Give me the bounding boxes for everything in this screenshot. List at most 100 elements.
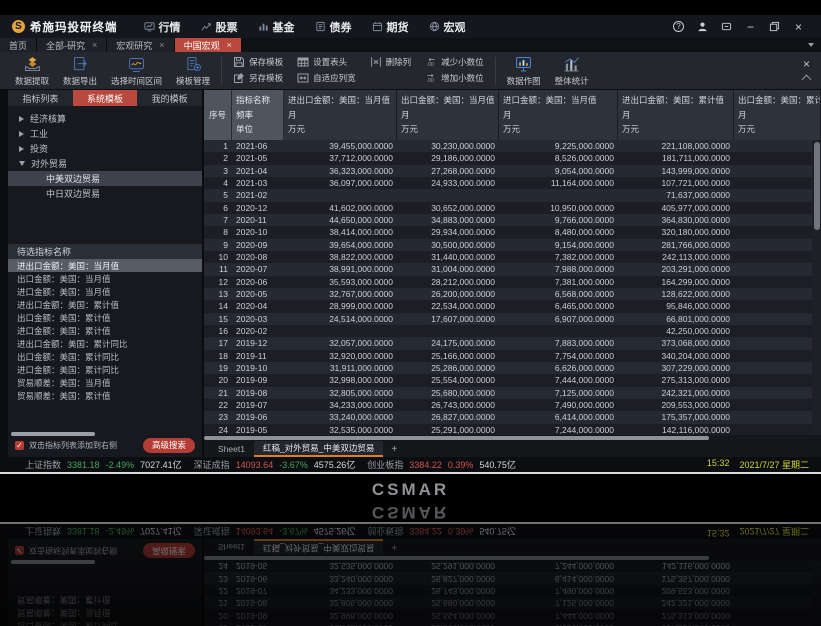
- main-area: 指标列表系统模板我的模板 经济核算工业投资对外贸易中美双边贸易中日双边贸易 待选…: [0, 90, 821, 457]
- minimize-icon[interactable]: −: [744, 20, 757, 33]
- tree-item[interactable]: 经济核算: [8, 111, 202, 126]
- table-row[interactable]: 242019-0532,535,000.000025,291,000.00007…: [204, 424, 821, 435]
- chevron-down-icon[interactable]: [19, 161, 25, 166]
- tree-item[interactable]: 中日双边贸易: [8, 186, 202, 201]
- chevron-right-icon[interactable]: [19, 131, 24, 137]
- fitwidth-icon: [297, 72, 309, 84]
- table-row[interactable]: 162020-0242,250,000.0000: [204, 325, 821, 337]
- column-header[interactable]: 出口金额：美国：累计值月万元: [734, 90, 821, 140]
- list-item[interactable]: 出口金额：美国：累计值: [8, 311, 202, 324]
- toolbar-extract-button[interactable]: 数据提取: [8, 53, 56, 89]
- menu-macro[interactable]: 宏观: [419, 19, 476, 35]
- toolbar-decinc-button[interactable]: .00增加小数位: [425, 72, 484, 85]
- table-row[interactable]: 212019-0832,805,000.000025,680,000.00007…: [204, 387, 821, 399]
- user-icon[interactable]: [696, 20, 709, 33]
- tab-close-icon[interactable]: ×: [159, 41, 164, 50]
- table-row[interactable]: 12021-0639,455,000.000030,230,000.00009,…: [204, 140, 821, 152]
- toolbar-thead-button[interactable]: 设置表头: [297, 56, 356, 69]
- cell-value: 7,244,000.0000: [499, 561, 618, 571]
- table-row[interactable]: 222019-0734,233,000.000026,743,000.00007…: [204, 399, 821, 411]
- table-row[interactable]: 72020-1144,650,000.000034,883,000.00009,…: [204, 214, 821, 226]
- table-row[interactable]: 232019-0633,240,000.000026,827,000.00006…: [204, 411, 821, 423]
- column-header[interactable]: 进出口金额：美国：累计值月万元: [618, 90, 734, 140]
- close-panel-icon[interactable]: ×: [803, 59, 810, 69]
- toolbar-export-button[interactable]: 数据导出: [56, 53, 104, 89]
- table-row[interactable]: 182019-1132,920,000.000025,166,000.00007…: [204, 350, 821, 362]
- table-row[interactable]: 112020-0738,991,000.000031,004,000.00007…: [204, 263, 821, 275]
- toolbar-delcol-button[interactable]: 删除列: [370, 56, 412, 69]
- table-row[interactable]: 172019-1232,057,000.000024,175,000.00007…: [204, 337, 821, 349]
- table-row[interactable]: 132020-0532,767,000.000026,200,000.00006…: [204, 288, 821, 300]
- menu-quote[interactable]: 行情: [134, 19, 191, 35]
- list-item[interactable]: 进口金额：美国：当月值: [8, 285, 202, 298]
- table-row[interactable]: 202019-0932,998,000.000025,554,000.00007…: [204, 374, 821, 386]
- sidebar-scrollbar-thumb[interactable]: [11, 432, 95, 436]
- table-row[interactable]: 102020-0838,822,000.000031,440,000.00007…: [204, 251, 821, 263]
- table-row[interactable]: 52021-0271,637,000.0000: [204, 189, 821, 201]
- toolbar-datachart-button[interactable]: 数据作图: [500, 53, 548, 89]
- table-row[interactable]: 42021-0336,097,000.000024,933,000.000011…: [204, 177, 821, 189]
- tree-item[interactable]: 投资: [8, 141, 202, 156]
- menu-futures[interactable]: 期货: [362, 19, 419, 35]
- toolbar-right-controls: ×: [803, 59, 813, 83]
- column-header[interactable]: 出口金额：美国：当月值月万元: [397, 90, 499, 140]
- menu-stock[interactable]: 股票: [191, 19, 248, 35]
- column-header[interactable]: 进出口金额：美国：当月值月万元: [284, 90, 397, 140]
- table-row[interactable]: 192019-1031,911,000.000025,286,000.00006…: [204, 362, 821, 374]
- list-item[interactable]: 贸易顺差：美国：当月值: [8, 376, 202, 389]
- table-row[interactable]: 82020-1038,414,000.000029,934,000.00008,…: [204, 226, 821, 238]
- toolbar-saveas-button[interactable]: 另存模板: [233, 72, 283, 85]
- toolbar-fitwidth-button[interactable]: 自适应列宽: [297, 72, 356, 85]
- table-vscrollbar-thumb[interactable]: [814, 142, 820, 230]
- column-header[interactable]: 进口金额：美国：当月值月万元: [499, 90, 618, 140]
- doc-tab[interactable]: 宏观研究×: [107, 38, 174, 52]
- table-row[interactable]: 62020-1241,602,000.000030,652,000.000010…: [204, 202, 821, 214]
- list-item[interactable]: 出口金额：美国：累计同比: [8, 350, 202, 363]
- sidebar-tab[interactable]: 我的模板: [137, 90, 202, 106]
- toolbar-timerange-button[interactable]: 选择时间区间: [104, 53, 169, 89]
- menu-fund[interactable]: 基金: [248, 19, 305, 35]
- toolbar-stats-button[interactable]: 整体统计: [548, 53, 596, 89]
- sheet-tab[interactable]: Sheet1: [209, 441, 254, 457]
- table-hscrollbar-thumb[interactable]: [204, 436, 709, 440]
- table-row[interactable]: 92020-0939,654,000.000030,500,000.00009,…: [204, 239, 821, 251]
- list-item[interactable]: 进出口金额：美国：当月值: [8, 259, 202, 272]
- list-item[interactable]: 进出口金额：美国：累计同比: [8, 337, 202, 350]
- sidebar-tab[interactable]: 指标列表: [8, 90, 73, 106]
- tree-item[interactable]: 对外贸易: [8, 156, 202, 171]
- toolbar-template-button[interactable]: 模板管理: [169, 53, 217, 89]
- tree-item[interactable]: 工业: [8, 126, 202, 141]
- doc-tab[interactable]: 首页: [0, 38, 37, 52]
- add-to-right-checkbox[interactable]: ✓: [15, 441, 24, 450]
- message-icon[interactable]: [720, 20, 733, 33]
- toolbar-save-button[interactable]: 保存模板: [233, 56, 283, 69]
- menu-bond[interactable]: 债券: [305, 19, 362, 35]
- table-row[interactable]: 32021-0436,323,000.000027,268,000.00009,…: [204, 165, 821, 177]
- sidebar-tab[interactable]: 系统模板: [73, 90, 138, 106]
- chevron-right-icon[interactable]: [19, 116, 24, 122]
- doc-tab[interactable]: 全部-研究×: [37, 38, 107, 52]
- list-item[interactable]: 进口金额：美国：累计同比: [8, 363, 202, 376]
- tab-close-icon[interactable]: ×: [92, 41, 97, 50]
- tab-close-icon[interactable]: ×: [227, 41, 232, 50]
- add-sheet-button[interactable]: +: [383, 441, 405, 457]
- tree-item[interactable]: 中美双边贸易: [8, 171, 202, 186]
- restore-icon[interactable]: [768, 20, 781, 33]
- list-item[interactable]: 进口金额：美国：累计值: [8, 324, 202, 337]
- table-row[interactable]: 22021-0537,712,000.000029,186,000.00008,…: [204, 152, 821, 164]
- doc-tab[interactable]: 中国宏观×: [175, 38, 242, 52]
- close-icon[interactable]: ×: [792, 20, 805, 33]
- sheet-tab[interactable]: 红稿_对外贸易_中美双边贸易: [254, 441, 383, 457]
- chevron-right-icon[interactable]: [19, 146, 24, 152]
- table-row[interactable]: 142020-0428,999,000.000022,534,000.00006…: [204, 300, 821, 312]
- collapse-toolbar-icon[interactable]: [802, 74, 812, 84]
- table-row[interactable]: 152020-0324,514,000.000017,607,000.00006…: [204, 313, 821, 325]
- tab-overflow-caret-icon[interactable]: [808, 43, 814, 47]
- list-item[interactable]: 贸易顺差：美国：累计值: [8, 389, 202, 402]
- table-row[interactable]: 122020-0635,593,000.000028,212,000.00007…: [204, 276, 821, 288]
- list-item[interactable]: 进出口金额：美国：累计值: [8, 298, 202, 311]
- advanced-search-button[interactable]: 高级搜索: [143, 438, 195, 453]
- list-item[interactable]: 出口金额：美国：当月值: [8, 272, 202, 285]
- help-icon[interactable]: ?: [672, 20, 685, 33]
- toolbar-decdec-button[interactable]: .00减少小数位: [425, 56, 484, 69]
